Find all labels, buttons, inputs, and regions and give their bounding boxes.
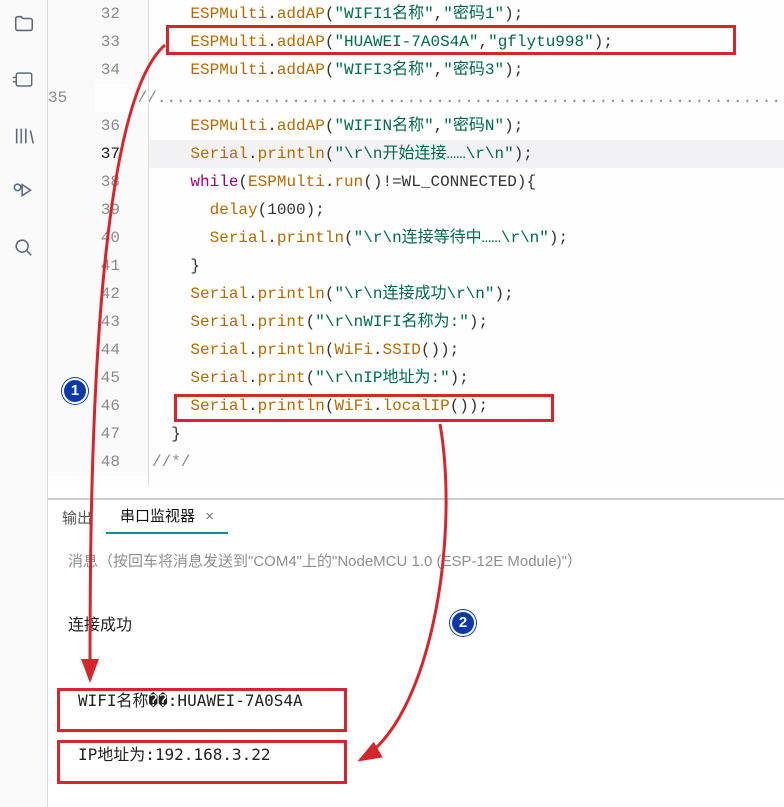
line-number: 40 (48, 224, 148, 252)
line-number: 37 (48, 140, 148, 168)
board-icon[interactable] (10, 66, 38, 94)
panel-tabs: 输出 串口监视器 × (48, 498, 784, 534)
code-line[interactable]: 37 Serial.println("\r\n开始连接……\r\n"); (48, 140, 784, 168)
code-line[interactable]: 34 ESPMulti.addAP("WIFI3名称","密码3"); (48, 56, 784, 84)
line-number: 41 (48, 252, 148, 280)
serial-output-line: 连接成功 (68, 599, 764, 647)
code-content: } (148, 252, 200, 280)
code-content: while(ESPMulti.run()!=WL_CONNECTED){ (148, 168, 536, 196)
code-line[interactable]: 48//*/ (48, 448, 784, 476)
code-content: //*/ (148, 448, 190, 476)
code-line[interactable]: 39 delay(1000); (48, 196, 784, 224)
code-line[interactable]: 42 Serial.println("\r\n连接成功\r\n"); (48, 280, 784, 308)
tab-serial-monitor[interactable]: 串口监视器 × (106, 499, 228, 534)
line-number: 47 (48, 420, 148, 448)
debug-icon[interactable] (10, 178, 38, 206)
code-content: ESPMulti.addAP("WIFI1名称","密码1"); (148, 0, 523, 28)
line-number: 43 (48, 308, 148, 336)
code-line[interactable]: 36 ESPMulti.addAP("WIFIN名称","密码N"); (48, 112, 784, 140)
line-number: 46 (48, 392, 148, 420)
code-content: ESPMulti.addAP("HUAWEI-7A0S4A","gflytu99… (148, 28, 613, 56)
line-number: 39 (48, 196, 148, 224)
code-line[interactable]: 45 Serial.print("\r\nIP地址为:"); (48, 364, 784, 392)
code-content: Serial.println("\r\n开始连接……\r\n"); (148, 140, 533, 168)
code-content: Serial.println("\r\n连接成功\r\n"); (148, 280, 514, 308)
serial-output-line: WIFI名称��:HUAWEI-7A0S4A (68, 675, 764, 723)
code-content: ESPMulti.addAP("WIFI3名称","密码3"); (148, 56, 523, 84)
code-content: ESPMulti.addAP("WIFIN名称","密码N"); (148, 112, 523, 140)
serial-output-line: IP地址为:192.168.3.22 (68, 729, 764, 777)
code-line[interactable]: 46 Serial.println(WiFi.localIP()); (48, 392, 784, 420)
code-content: Serial.println("\r\n连接等待中……\r\n"); (148, 224, 568, 252)
code-line[interactable]: 33 ESPMulti.addAP("HUAWEI-7A0S4A","gflyt… (48, 28, 784, 56)
serial-monitor-panel: 消息（按回车将消息发送到"COM4"上的"NodeMCU 1.0 (ESP-12… (48, 534, 784, 799)
code-content: Serial.println(WiFi.localIP()); (148, 392, 488, 420)
line-number: 42 (48, 280, 148, 308)
code-line[interactable]: 35 //...................................… (48, 84, 784, 112)
search-icon[interactable] (10, 234, 38, 262)
code-content: } (148, 420, 181, 448)
line-number: 36 (48, 112, 148, 140)
tab-output[interactable]: 输出 (48, 501, 106, 534)
close-icon[interactable]: × (205, 508, 214, 525)
code-content: Serial.print("\r\nIP地址为:"); (148, 364, 469, 392)
line-number: 38 (48, 168, 148, 196)
code-content: Serial.println(WiFi.SSID()); (148, 336, 459, 364)
activity-bar (0, 0, 48, 807)
code-editor[interactable]: 32 ESPMulti.addAP("WIFI1名称","密码1");33 ES… (48, 0, 784, 486)
code-line[interactable]: 47 } (48, 420, 784, 448)
line-number: 33 (48, 28, 148, 56)
folder-icon[interactable] (10, 10, 38, 38)
line-number: 48 (48, 448, 148, 476)
code-content: delay(1000); (148, 196, 325, 224)
code-line[interactable]: 43 Serial.print("\r\nWIFI名称为:"); (48, 308, 784, 336)
code-content: //......................................… (95, 84, 784, 112)
line-number: 45 (48, 364, 148, 392)
line-number: 32 (48, 0, 148, 28)
tab-serial-monitor-label: 串口监视器 (120, 508, 195, 525)
line-number: 44 (48, 336, 148, 364)
line-number: 35 (48, 84, 95, 112)
serial-input-hint[interactable]: 消息（按回车将消息发送到"COM4"上的"NodeMCU 1.0 (ESP-12… (68, 550, 764, 571)
code-line[interactable]: 44 Serial.println(WiFi.SSID()); (48, 336, 784, 364)
code-line[interactable]: 38 while(ESPMulti.run()!=WL_CONNECTED){ (48, 168, 784, 196)
code-content: Serial.print("\r\nWIFI名称为:"); (148, 308, 488, 336)
code-line[interactable]: 40 Serial.println("\r\n连接等待中……\r\n"); (48, 224, 784, 252)
line-number: 34 (48, 56, 148, 84)
code-line[interactable]: 32 ESPMulti.addAP("WIFI1名称","密码1"); (48, 0, 784, 28)
library-icon[interactable] (10, 122, 38, 150)
code-line[interactable]: 41 } (48, 252, 784, 280)
